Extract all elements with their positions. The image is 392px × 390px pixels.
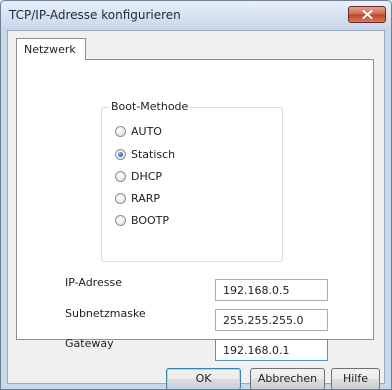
gateway-field[interactable] [215,339,328,361]
help-button[interactable]: Hilfe [331,368,380,389]
boot-method-label: Boot-Methode [109,100,191,113]
radio-label: DHCP [131,170,163,183]
tab-panel: Boot-Methode AUTO Statisch DHCP RARP BOO… [16,59,374,361]
tab-label: Netzwerk [24,43,76,56]
close-icon [362,10,373,19]
ok-button[interactable]: OK [166,368,241,389]
radio-button[interactable] [115,171,126,182]
subnet-mask-field[interactable] [215,309,328,331]
tab-netzwerk[interactable]: Netzwerk [16,38,86,60]
ip-address-label: IP-Adresse [65,276,122,289]
radio-label: Statisch [131,148,176,161]
title-bar[interactable]: TCP/IP-Adresse konfigurieren [1,1,391,29]
radio-label: RARP [131,192,160,205]
dialog-window: TCP/IP-Adresse konfigurieren Netzwerk Bo… [0,0,392,390]
radio-label: BOOTP [131,214,170,227]
cancel-button[interactable]: Abbrechen [250,368,325,389]
gateway-label: Gateway [65,337,114,350]
window-title: TCP/IP-Adresse konfigurieren [9,8,181,22]
ip-address-field[interactable] [215,279,328,301]
radio-button[interactable] [115,126,126,137]
subnet-mask-label: Subnetzmaske [65,307,146,320]
radio-button-selected[interactable] [115,149,126,160]
boot-method-group [101,107,283,262]
close-button[interactable] [348,6,386,23]
radio-button[interactable] [115,193,126,204]
radio-button[interactable] [115,215,126,226]
dialog-client-area: Netzwerk Boot-Methode AUTO Statisch DHCP… [7,30,385,389]
radio-label: AUTO [131,125,162,138]
